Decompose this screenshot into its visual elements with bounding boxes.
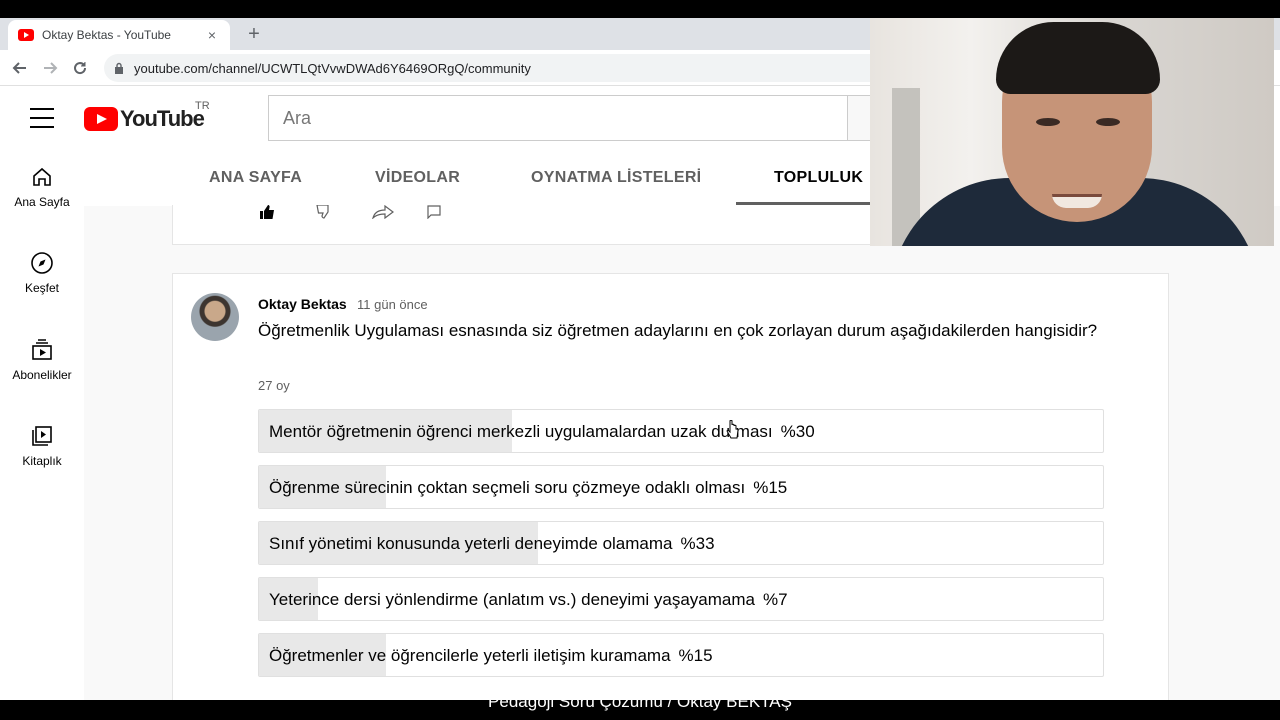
poll-option-percent: %30	[780, 422, 815, 441]
browser-tab[interactable]: Oktay Bektas - YouTube ×	[8, 20, 230, 50]
poll-option[interactable]: Sınıf yönetimi konusunda yeterli deneyim…	[258, 521, 1104, 565]
subscriptions-icon	[32, 339, 52, 360]
webcam-overlay	[870, 18, 1274, 246]
post-time[interactable]: 11 gün önce	[357, 297, 428, 312]
address-bar[interactable]: youtube.com/channel/UCWTLQtVvwDWAd6Y6469…	[104, 54, 1004, 82]
presenter-eye	[1096, 118, 1120, 126]
tab-home[interactable]: ANA SAYFA	[209, 150, 302, 206]
guide-item-library[interactable]: Kitaplık	[0, 409, 84, 483]
youtube-logo[interactable]: YouTube	[84, 106, 205, 132]
home-icon	[33, 167, 51, 186]
presenter-hair	[996, 22, 1160, 94]
poll-option-label: Öğrenme sürecinin çoktan seçmeli soru çö…	[269, 478, 788, 497]
like-icon[interactable]	[259, 205, 275, 219]
tab-title: Oktay Bektas - YouTube	[42, 28, 171, 42]
dislike-icon[interactable]	[315, 205, 331, 219]
tab-videos[interactable]: VİDEOLAR	[375, 150, 460, 206]
poll-option[interactable]: Öğrenme sürecinin çoktan seçmeli soru çö…	[258, 465, 1104, 509]
community-post: Oktay Bektas 11 gün önce Öğretmenlik Uyg…	[172, 273, 1169, 713]
guide-item-home[interactable]: Ana Sayfa	[0, 150, 84, 224]
poll-option[interactable]: Öğretmenler ve öğrencilerle yeterli ilet…	[258, 633, 1104, 677]
lock-icon	[115, 62, 123, 74]
poll-option-percent: %33	[680, 534, 715, 553]
search-input[interactable]	[283, 107, 847, 129]
guide-item-explore[interactable]: Keşfet	[0, 236, 84, 310]
poll-option[interactable]: Mentör öğretmenin öğrenci merkezli uygul…	[258, 409, 1104, 453]
share-icon[interactable]	[371, 205, 395, 219]
tab-close-icon[interactable]: ×	[204, 27, 220, 43]
poll-option-label: Sınıf yönetimi konusunda yeterli deneyim…	[269, 534, 715, 553]
back-button[interactable]	[8, 56, 32, 80]
url-text: youtube.com/channel/UCWTLQtVvwDWAd6Y6469…	[134, 60, 531, 76]
reload-button[interactable]	[68, 56, 92, 80]
poll-question: Öğretmenlik Uygulaması esnasında siz öğr…	[258, 321, 1098, 340]
compass-icon	[31, 252, 53, 274]
guide-item-label: Ana Sayfa	[14, 195, 70, 209]
guide-item-label: Keşfet	[24, 281, 60, 295]
poll-option-label: Öğretmenler ve öğrencilerle yeterli ilet…	[269, 646, 713, 665]
vote-count: 27 oy	[258, 378, 290, 393]
reload-icon	[74, 62, 87, 75]
tab-playlists[interactable]: OYNATMA LİSTELERİ	[531, 150, 701, 206]
poll-option-percent: %7	[762, 590, 788, 609]
youtube-favicon-icon	[18, 29, 34, 41]
post-author[interactable]: Oktay Bektas	[258, 296, 347, 312]
youtube-logo-icon	[84, 107, 118, 131]
screen: Oktay Bektas - YouTube × + youtube.com/c…	[0, 0, 1280, 720]
previous-post-footer	[172, 205, 872, 245]
poll-option-label: Yeterince dersi yönlendirme (anlatım vs.…	[269, 590, 788, 609]
menu-icon[interactable]	[30, 108, 54, 128]
guide-item-label: Abonelikler	[12, 368, 72, 382]
poll-option-percent: %15	[678, 646, 713, 665]
region-code: TR	[195, 100, 210, 112]
guide-item-label: Kitaplık	[22, 454, 62, 468]
comment-icon[interactable]	[427, 205, 441, 219]
library-icon	[32, 426, 52, 446]
search-box	[268, 95, 848, 141]
guide-item-subscriptions[interactable]: Abonelikler	[0, 323, 84, 397]
avatar[interactable]	[191, 293, 239, 341]
mouse-cursor-icon	[726, 420, 738, 439]
poll-option[interactable]: Yeterince dersi yönlendirme (anlatım vs.…	[258, 577, 1104, 621]
guide-sidebar: Ana Sayfa Keşfet Abonelikler Kitaplık	[0, 150, 84, 700]
arrow-left-icon	[12, 62, 26, 74]
presenter-eye	[1036, 118, 1060, 126]
video-caption: Pedagoji Soru Çözümü / Oktay BEKTAŞ	[488, 692, 792, 711]
arrow-right-icon	[44, 62, 58, 74]
logo-text: YouTube	[120, 106, 205, 131]
forward-button[interactable]	[38, 56, 62, 80]
tab-community[interactable]: TOPLULUK	[774, 150, 863, 206]
new-tab-button[interactable]: +	[242, 22, 266, 46]
poll-option-percent: %15	[753, 478, 788, 497]
presenter-mouth	[1052, 194, 1102, 208]
